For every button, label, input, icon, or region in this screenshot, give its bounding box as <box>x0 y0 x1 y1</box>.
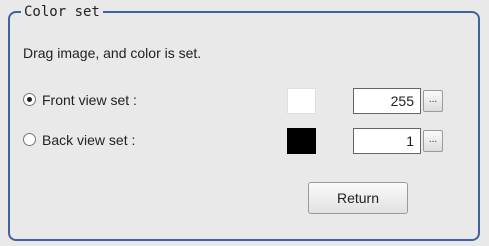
front-color-swatch <box>287 88 316 114</box>
back-color-swatch <box>287 128 316 154</box>
front-view-row: Front view set : 255 ... <box>23 88 463 114</box>
instruction-text: Drag image, and color is set. <box>23 45 202 61</box>
back-view-label[interactable]: Back view set : <box>42 131 135 149</box>
front-view-radio[interactable] <box>23 93 36 106</box>
return-button[interactable]: Return <box>308 182 408 214</box>
group-title: Color set <box>21 4 103 20</box>
back-ellipsis-button[interactable]: ... <box>423 130 443 152</box>
front-view-label[interactable]: Front view set : <box>42 91 137 109</box>
front-ellipsis-button[interactable]: ... <box>423 90 443 112</box>
back-value-field[interactable]: 1 <box>353 128 421 154</box>
back-view-row: Back view set : 1 ... <box>23 128 463 154</box>
front-value-field[interactable]: 255 <box>353 88 421 114</box>
back-view-radio[interactable] <box>23 133 36 146</box>
